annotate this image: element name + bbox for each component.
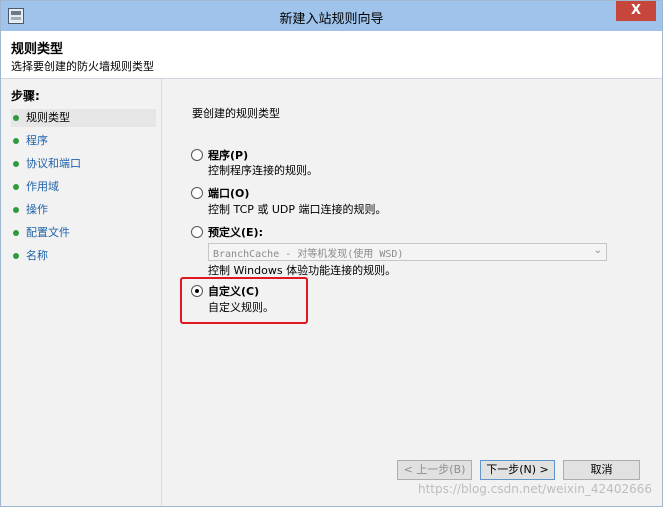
step-label: 规则类型 bbox=[26, 111, 70, 124]
step-action[interactable]: 操作 bbox=[11, 201, 156, 219]
port-option-label[interactable]: 端口(O) bbox=[208, 185, 249, 201]
custom-option-description: 自定义规则。 bbox=[208, 301, 274, 314]
predefined-dropdown-value: BranchCache - 对等机发现(使用 WSD) bbox=[213, 249, 404, 260]
step-bullet-icon bbox=[13, 207, 19, 213]
step-label: 配置文件 bbox=[26, 226, 70, 239]
predefined-radio[interactable] bbox=[191, 226, 203, 238]
predefined-option-label[interactable]: 预定义(E): bbox=[208, 224, 263, 240]
custom-radio[interactable] bbox=[191, 285, 203, 297]
main-content: 要创建的规则类型 程序(P) 控制程序连接的规则。 端口(O) 控制 TCP 或… bbox=[162, 79, 662, 506]
port-radio[interactable] bbox=[191, 187, 203, 199]
steps-label: 步骤: bbox=[11, 89, 40, 103]
step-bullet-icon bbox=[13, 184, 19, 190]
step-label: 操作 bbox=[26, 203, 48, 216]
watermark-text: https://blog.csdn.net/weixin_42402666 bbox=[417, 482, 652, 496]
step-rule-type[interactable]: 规则类型 bbox=[11, 109, 156, 127]
step-profile[interactable]: 配置文件 bbox=[11, 224, 156, 242]
port-option-description: 控制 TCP 或 UDP 端口连接的规则。 bbox=[208, 203, 387, 216]
steps-panel: 步骤: 规则类型 程序 协议和端口 作用域 操作 配置文件 名称 bbox=[1, 79, 162, 506]
step-label: 名称 bbox=[26, 249, 48, 262]
wizard-header: 规则类型 选择要创建的防火墙规则类型 bbox=[1, 31, 662, 79]
step-protocol-port[interactable]: 协议和端口 bbox=[11, 155, 156, 173]
title-bar: 新建入站规则向导 X bbox=[1, 1, 662, 31]
custom-option-label[interactable]: 自定义(C) bbox=[208, 283, 259, 299]
chevron-down-icon: ⌄ bbox=[593, 245, 602, 256]
step-scope[interactable]: 作用域 bbox=[11, 178, 156, 196]
program-radio[interactable] bbox=[191, 149, 203, 161]
predefined-dropdown[interactable]: BranchCache - 对等机发现(使用 WSD) ⌄ bbox=[208, 243, 607, 261]
step-label: 程序 bbox=[26, 134, 48, 147]
step-bullet-icon bbox=[13, 115, 19, 121]
wizard-window: 新建入站规则向导 X 规则类型 选择要创建的防火墙规则类型 步骤: 规则类型 程… bbox=[0, 0, 663, 507]
page-title: 规则类型 bbox=[11, 42, 64, 57]
step-label: 协议和端口 bbox=[26, 157, 81, 170]
page-description: 选择要创建的防火墙规则类型 bbox=[11, 60, 154, 73]
window-title: 新建入站规则向导 bbox=[279, 12, 384, 27]
step-name[interactable]: 名称 bbox=[11, 247, 156, 265]
cancel-button[interactable]: 取消 bbox=[563, 460, 640, 480]
next-button[interactable]: 下一步(N) > bbox=[480, 460, 555, 480]
step-bullet-icon bbox=[13, 253, 19, 259]
predefined-option-description: 控制 Windows 体验功能连接的规则。 bbox=[208, 264, 397, 277]
step-label: 作用域 bbox=[26, 180, 59, 193]
program-option-description: 控制程序连接的规则。 bbox=[208, 164, 318, 177]
close-button[interactable]: X bbox=[616, 1, 656, 21]
program-option-label[interactable]: 程序(P) bbox=[208, 147, 248, 163]
step-bullet-icon bbox=[13, 161, 19, 167]
step-program[interactable]: 程序 bbox=[11, 132, 156, 150]
rule-type-question: 要创建的规则类型 bbox=[192, 107, 280, 120]
step-bullet-icon bbox=[13, 138, 19, 144]
step-bullet-icon bbox=[13, 230, 19, 236]
back-button[interactable]: < 上一步(B) bbox=[397, 460, 472, 480]
